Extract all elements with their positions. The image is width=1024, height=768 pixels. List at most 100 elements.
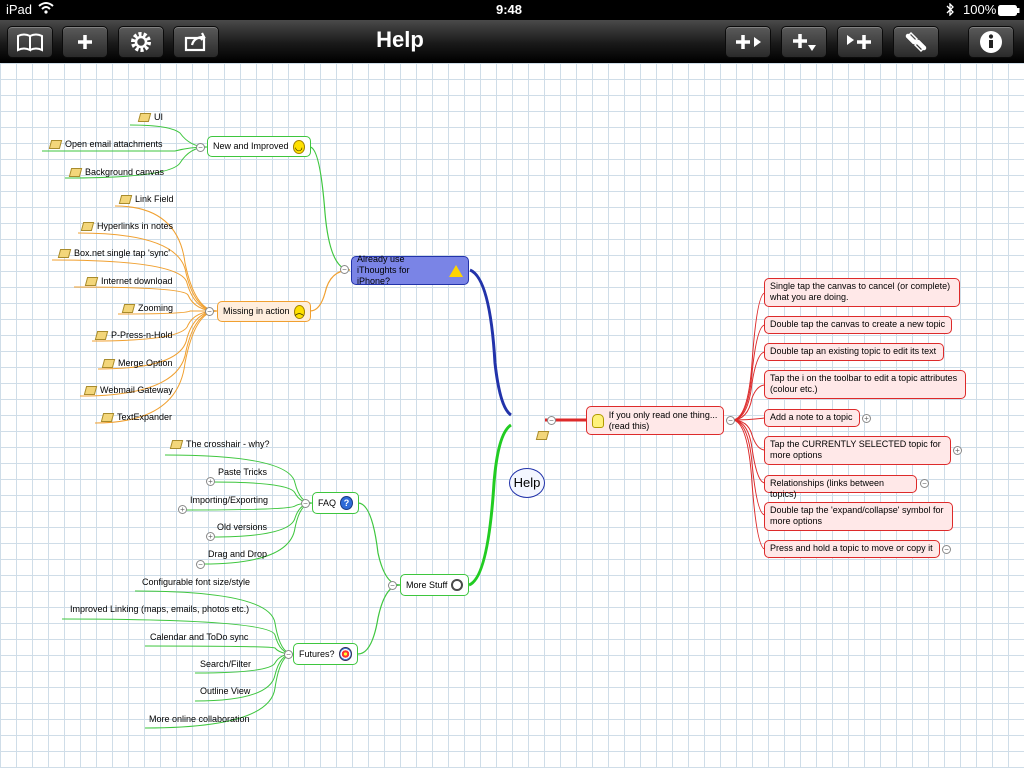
sad-face-icon: ︵ [293,304,305,319]
settings-button[interactable] [118,26,164,58]
topic-ui[interactable]: UI [137,112,163,123]
note-icon [84,277,99,286]
topic-new-and-improved-label: New and Improved [213,141,289,151]
topic-internet-download[interactable]: Internet download [84,276,173,287]
topic-online-collaboration[interactable]: More online collaboration [149,714,250,725]
expand-toggle[interactable]: + [206,532,215,541]
topic-label: Background canvas [85,167,165,177]
expand-toggle[interactable]: + [862,414,871,423]
add-parent-button[interactable] [837,26,883,58]
collapse-toggle[interactable]: − [284,650,293,659]
collapse-toggle[interactable]: − [388,581,397,590]
topic-label: Hyperlinks in notes [97,221,174,231]
plus-icon [78,35,92,49]
topic-label: Importing/Exporting [190,495,269,505]
topic-missing-in-action[interactable]: Missing in action ︵ [217,301,311,322]
note-icon [118,195,133,204]
note-icon [94,331,109,340]
share-button[interactable] [173,26,219,58]
central-topic[interactable]: Help [509,468,545,498]
topic-old-versions[interactable]: Old versions [217,522,267,533]
collapse-toggle[interactable]: − [920,479,929,488]
tip-currently-selected[interactable]: Tap the CURRENTLY SELECTED topic for mor… [764,436,951,465]
topic-new-and-improved[interactable]: New and Improved ◡ [207,136,311,157]
topic-label: Box.net single tap 'sync' [74,248,170,258]
tip-label: Double tap the canvas to create a new to… [770,319,946,329]
topic-boxnet[interactable]: Box.net single tap 'sync' [57,248,170,259]
central-topic-label: Help [513,475,541,490]
mindmap-canvas[interactable]: Help − Already use iThoughts for iPhone?… [0,63,1024,768]
topic-webmail-gateway[interactable]: Webmail Gateway [83,385,173,396]
expand-toggle[interactable]: + [953,446,962,455]
tip-single-tap[interactable]: Single tap the canvas to cancel (or comp… [764,278,960,307]
topic-label: Link Field [135,194,174,204]
tip-add-note[interactable]: Add a note to a topic [764,409,860,427]
add-sibling-below-icon [793,34,816,51]
book-button[interactable] [7,26,53,58]
topic-importing-exporting[interactable]: Importing/Exporting [190,495,268,506]
topic-read-this[interactable]: If you only read one thing... (read this… [586,406,724,435]
topic-already-use-label: Already use iThoughts for iPhone? [357,254,410,286]
smiley-icon: ◡ [292,139,305,154]
topic-label: Internet download [101,276,173,286]
tip-press-and-hold[interactable]: Press and hold a topic to move or copy i… [764,540,940,558]
topic-label: Old versions [217,522,268,532]
topic-search-filter[interactable]: Search/Filter [200,659,251,670]
topic-background-canvas[interactable]: Background canvas [68,167,165,178]
add-topic-button[interactable] [62,26,108,58]
info-button[interactable] [968,26,1014,58]
topic-label: Configurable font size/style [142,577,251,587]
collapse-toggle[interactable]: − [547,416,556,425]
expand-toggle[interactable]: + [178,505,187,514]
relationship-button[interactable] [893,26,939,58]
collapse-toggle[interactable]: − [196,560,205,569]
topic-link-field[interactable]: Link Field [118,194,174,205]
topic-press-n-hold[interactable]: P-Press-n-Hold [94,330,173,341]
tip-label: Press and hold a topic to move or copy i… [770,543,933,553]
collapse-toggle[interactable]: − [942,545,951,554]
topic-label: UI [154,112,163,122]
topic-futures[interactable]: Futures? [293,643,358,665]
collapse-toggle[interactable]: − [340,265,349,274]
topic-already-use[interactable]: Already use iThoughts for iPhone? [351,254,469,286]
tip-label: Single tap the canvas to cancel (or comp… [770,281,951,302]
tip-double-tap-topic[interactable]: Double tap an existing topic to edit its… [764,343,944,361]
topic-crosshair[interactable]: The crosshair - why? [169,439,270,450]
topic-label: Drag and Drop [208,549,268,559]
collapse-toggle[interactable]: − [301,499,310,508]
tip-info-toolbar[interactable]: Tap the i on the toolbar to edit a topic… [764,370,966,399]
collapse-toggle[interactable]: − [196,143,205,152]
add-sibling-button[interactable] [781,26,827,58]
topic-outline-view[interactable]: Outline View [200,686,250,697]
page-title: Help [376,27,424,52]
topic-drag-and-drop[interactable]: Drag and Drop [208,549,267,560]
link-icon [905,31,927,53]
add-parent-icon [847,35,871,49]
topic-label: Calendar and ToDo sync [150,632,249,642]
topic-improved-linking[interactable]: Improved Linking (maps, emails, photos e… [70,604,249,615]
magnifier-icon [451,579,463,591]
topic-hyperlinks[interactable]: Hyperlinks in notes [80,221,174,232]
add-child-button[interactable] [725,26,771,58]
tip-expand-collapse[interactable]: Double tap the 'expand/collapse' symbol … [764,502,953,531]
topic-zooming[interactable]: Zooming [121,303,173,314]
topic-label: Outline View [200,686,251,696]
book-icon [17,33,43,52]
topic-calendar-sync[interactable]: Calendar and ToDo sync [150,632,248,643]
topic-open-email[interactable]: Open email attachments [48,139,163,150]
topic-textexpander[interactable]: TextExpander [100,412,173,423]
note-icon [121,304,136,313]
collapse-toggle[interactable]: − [205,307,214,316]
topic-more-stuff[interactable]: More Stuff [400,574,469,596]
topic-faq[interactable]: FAQ ? [312,492,359,514]
note-icon [100,413,115,422]
topic-configurable-font[interactable]: Configurable font size/style [142,577,250,588]
tip-relationships[interactable]: Relationships (links between topics) [764,475,917,499]
topic-merge-option[interactable]: Merge Option [101,358,173,369]
tip-label: Double tap an existing topic to edit its… [770,346,937,356]
topic-label: TextExpander [117,412,173,422]
expand-toggle[interactable]: + [206,477,215,486]
collapse-toggle[interactable]: − [726,416,735,425]
tip-double-tap-canvas[interactable]: Double tap the canvas to create a new to… [764,316,952,334]
topic-paste-tricks[interactable]: Paste Tricks [218,467,267,478]
